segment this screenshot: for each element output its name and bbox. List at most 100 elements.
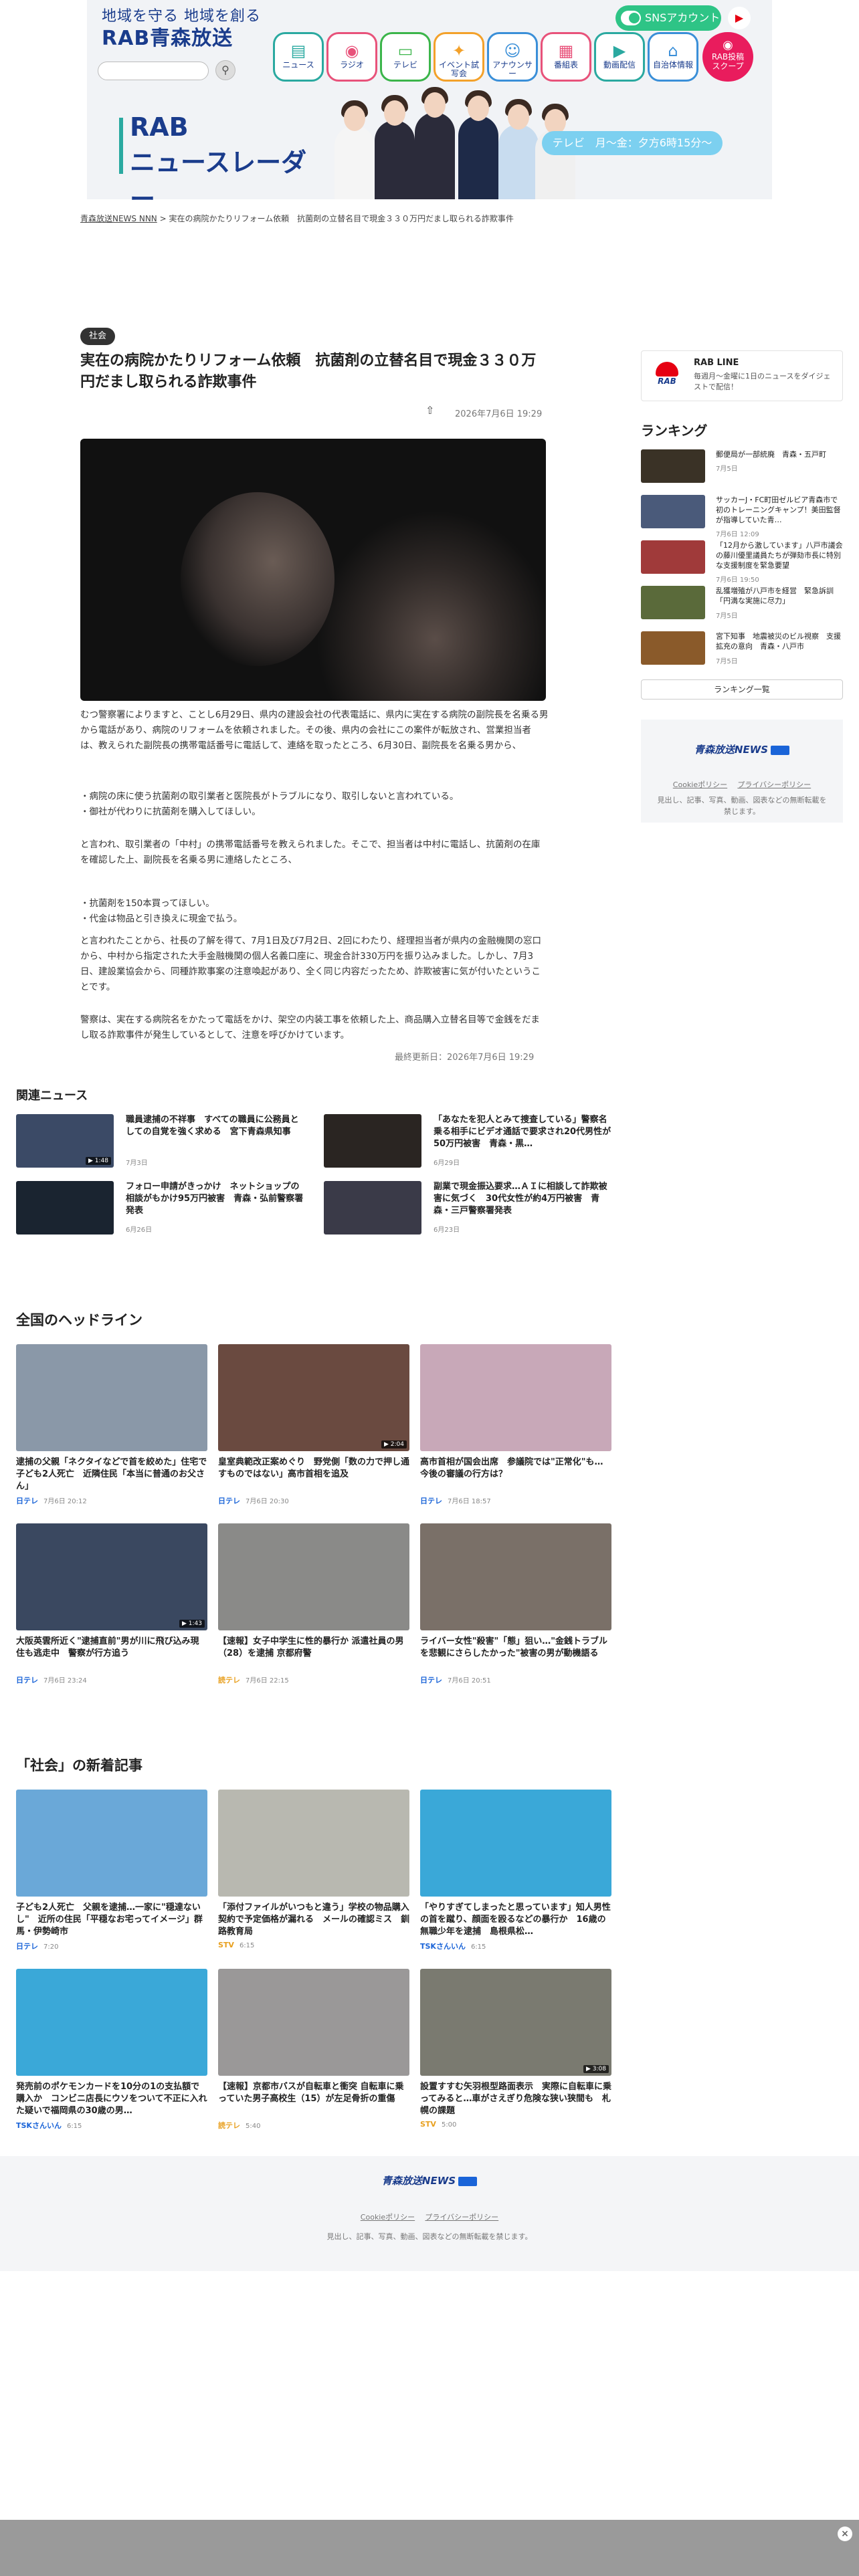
- newspaper-icon: ▤: [290, 41, 306, 60]
- national-title: 全国のヘッドライン: [16, 1312, 142, 1328]
- society-card[interactable]: 「添付ファイルがいつもと違う」学校の物品購入契約で予定価格が漏れる メールの確認…: [218, 1790, 409, 1957]
- rab-mascot-icon: RAB: [652, 359, 682, 393]
- society-meta: 日テレ 7:20: [16, 1941, 58, 1951]
- society-card[interactable]: 子ども2人死亡 父親を逮捕…一家に"穏達ないし" 近所の住民「平穏なお宅ってイメ…: [16, 1790, 207, 1957]
- ranking-date: 7月5日: [716, 658, 738, 665]
- footer-privacy-link[interactable]: プライバシーポリシー: [425, 2213, 498, 2222]
- sns-account-button[interactable]: SNSアカウント: [615, 5, 721, 31]
- society-title: 「社会」の新着記事: [16, 1757, 142, 1774]
- society-card[interactable]: 「やりすぎてしまったと思っています」知人男性の首を蹴り、顔面を殴るなどの暴行か …: [420, 1790, 611, 1957]
- ranking-date: 7月6日 19:50: [716, 576, 759, 584]
- footer-cookie-link[interactable]: Cookieポリシー: [361, 2213, 415, 2222]
- source-label: 日テレ: [218, 1497, 240, 1505]
- related-item[interactable]: フォロー申請がきっかけ ネットショップの相談がもかけ95万円被害 青森・弘前警察…: [16, 1181, 310, 1235]
- ranking-item[interactable]: 「12月から激しています」八戸市議会の藤川優里議員たちが弾劾市長に特別な支援制度…: [641, 540, 843, 584]
- share-icon[interactable]: ⇧: [425, 404, 434, 417]
- national-title: ライバー女性"殺害"「態」狙い…"金銭トラブルを悲観にさらしたかった"被害の男が…: [420, 1636, 608, 1658]
- card-date: 7月6日 20:12: [43, 1498, 87, 1505]
- nav-item-5[interactable]: ▦ 番組表: [541, 32, 591, 82]
- category-badge[interactable]: 社会: [80, 328, 115, 345]
- national-title: 皇室典範改正案めぐり 野党側「数の力で押し通すものではない」高市首相を追及: [218, 1457, 410, 1479]
- nav-item-7[interactable]: ⌂ 自治体情報: [648, 32, 698, 82]
- national-card[interactable]: ▶ 1:43 大阪英雲所近く"逮捕直前"男が川に飛び込み現住も逃走中 警察が行方追…: [16, 1523, 207, 1691]
- national-card[interactable]: 高市首相が国会出席 参議院では"正常化"も…今後の審議の行方は？ 日テレ 7月6日 …: [420, 1344, 611, 1511]
- card-date: 7月6日 18:57: [448, 1498, 491, 1505]
- sidebar-footer-logo[interactable]: 青森放送NEWS: [694, 744, 768, 756]
- ranking-item[interactable]: 郵便局が一部統廃 青森・五戸町 7月5日: [641, 449, 843, 483]
- society-card[interactable]: 【速報】京都市バスが自転車と衝突 自転車に乗っていた男子高校生（15）が左足骨折…: [218, 1969, 409, 2136]
- video-duration: ▶ 2:04: [381, 1440, 407, 1448]
- related-item[interactable]: 副業で現金振込要求…ＡＩに相談して詐欺被害に気づく 30代女性が約4万円被害 青…: [324, 1181, 618, 1235]
- ranking-more-button[interactable]: ランキング一覧: [641, 679, 843, 700]
- search-icon[interactable]: ⚲: [215, 60, 235, 80]
- related-thumbnail: [324, 1181, 421, 1235]
- society-thumbnail: [16, 1790, 207, 1897]
- source-label: TSKさんいん: [420, 1942, 466, 1951]
- society-thumbnail: [420, 1790, 611, 1897]
- ranking-item[interactable]: サッカーJ・FC町田ゼルビア青森市で初のトレーニングキャンプ！美田監督が指導して…: [641, 495, 843, 538]
- ranking-date: 7月5日: [716, 613, 738, 620]
- video-duration: ▶ 3:08: [583, 2065, 609, 2073]
- national-title: 【速報】女子中学生に性的暴行か 派遣社員の男（28）を逮捕 京都府警: [218, 1636, 404, 1658]
- related-item[interactable]: 「あなたを犯人とみて捜査している」警察名乗る相手にビデオ通話で要求され20代男性…: [324, 1114, 618, 1168]
- ranking-title: 宮下知事 地震被災のビル視察 支援拡充の意向 青森・八戸市: [716, 632, 841, 651]
- breadcrumb-home[interactable]: 青森放送NEWS NNN: [80, 214, 157, 223]
- card-date: 6:15: [470, 1943, 486, 1951]
- video-duration: ▶ 1:43: [179, 1620, 205, 1628]
- national-title: 逮捕の父親「ネクタイなどで首を絞めた」住宅で子ども2人死亡 近隣住民「本当に普通…: [16, 1457, 207, 1491]
- national-card[interactable]: ライバー女性"殺害"「態」狙い…"金銭トラブルを悲観にさらしたかった"被害の男が…: [420, 1523, 611, 1691]
- related-item[interactable]: ▶ 1:48 職員逮捕の不祥事 すべての職員に公務員としての自覚を強く求める 宮下…: [16, 1114, 310, 1168]
- nav-item-1[interactable]: ◉ ラジオ: [326, 32, 377, 82]
- society-title: 「やりすぎてしまったと思っています」知人男性の首を蹴り、顔面を殴るなどの暴行か …: [420, 1903, 611, 1937]
- youtube-icon[interactable]: ▶: [728, 7, 751, 29]
- national-card[interactable]: 逮捕の父親「ネクタイなどで首を絞めた」住宅で子ども2人死亡 近隣住民「本当に普通…: [16, 1344, 207, 1511]
- national-card[interactable]: ▶ 2:04 皇室典範改正案めぐり 野党側「数の力で押し通すものではない」高市首相…: [218, 1344, 409, 1511]
- search-input[interactable]: [98, 62, 209, 80]
- article-paragraph: 警察は、実在する病院名をかたって電話をかけ、架空の内装工事を依頼した上、商品購入…: [80, 1014, 540, 1041]
- building-icon: ⌂: [668, 41, 678, 60]
- national-card[interactable]: 【速報】女子中学生に性的暴行か 派遣社員の男（28）を逮捕 京都府警読テレ 7月6…: [218, 1523, 409, 1691]
- anchors-photo: [321, 87, 575, 199]
- nav-item-2[interactable]: ▭ テレビ: [380, 32, 431, 82]
- video-icon: ▶: [613, 41, 626, 60]
- national-thumbnail: [420, 1344, 611, 1451]
- nav-item-3[interactable]: ✦ イベント試写会: [434, 32, 484, 82]
- scoop-post-button[interactable]: ◉ RAB投稿スクープ: [702, 32, 753, 82]
- ranking-thumbnail: [641, 540, 705, 574]
- nav-item-0[interactable]: ▤ ニュース: [273, 32, 324, 82]
- footer-logo[interactable]: 青森放送NEWS: [382, 2175, 456, 2187]
- source-label: 日テレ: [16, 1497, 38, 1505]
- society-meta: TSKさんいん 6:15: [16, 2120, 82, 2131]
- national-thumbnail: [16, 1344, 207, 1451]
- article-date: 2026年7月6日 19:29: [455, 409, 543, 419]
- program-banner[interactable]: RAB ニュースレーダー: [119, 112, 320, 214]
- close-icon[interactable]: ×: [838, 2527, 852, 2541]
- sidebar-footer: 青森放送NEWS Cookieポリシー プライバシーポリシー 見出し、記事、写真…: [641, 720, 843, 823]
- related-date: 6月29日: [434, 1160, 460, 1167]
- article-paragraph: むつ警察署によりますと、ことし6月29日、県内の建設会社の代表電話に、県内に実在…: [80, 710, 549, 751]
- source-label: 日テレ: [420, 1676, 442, 1685]
- national-meta: 読テレ 7月6日 22:15: [218, 1675, 289, 1685]
- nav-item-4[interactable]: ☺ アナウンサー: [487, 32, 538, 82]
- ranking-item[interactable]: 宮下知事 地震被災のビル視察 支援拡充の意向 青森・八戸市 7月5日: [641, 631, 843, 665]
- national-meta: 日テレ 7月6日 20:12: [16, 1495, 87, 1506]
- ranking-item[interactable]: 乱獲増殖が八戸市を経営 緊急訴訓「円満な実施に尽力」 7月5日: [641, 586, 843, 620]
- society-title: 設置すすむ矢羽根型路面表示 実際に自転車に乗ってみると…車がさえぎり危険な狭い狭…: [420, 2082, 612, 2116]
- cookie-link[interactable]: Cookieポリシー: [673, 780, 727, 789]
- article-paragraph: ・病院の床に使う抗菌剤の取引業者と医院長がトラブルになり、取引しないと言われてい…: [80, 791, 459, 817]
- card-date: 7月6日 22:15: [246, 1677, 289, 1685]
- society-card[interactable]: ▶ 3:08 設置すすむ矢羽根型路面表示 実際に自転車に乗ってみると…車がさえぎり…: [420, 1969, 611, 2136]
- national-thumbnail: ▶ 2:04: [218, 1344, 409, 1451]
- national-meta: 日テレ 7月6日 18:57: [420, 1495, 491, 1506]
- national-meta: 日テレ 7月6日 20:51: [420, 1675, 491, 1685]
- society-card[interactable]: 発売前のポケモンカードを10分の1の支払額で購入か コンビニ店長にウソをついて不…: [16, 1969, 207, 2136]
- nav-label: ラジオ: [340, 60, 364, 70]
- line-banner[interactable]: RAB RAB LINE 毎週月〜金曜に1日のニュースをダイジェストで配信！: [641, 350, 843, 401]
- nav-item-6[interactable]: ▶ 動画配信: [594, 32, 645, 82]
- card-date: 5:40: [246, 2123, 261, 2130]
- privacy-link[interactable]: プライバシーポリシー: [737, 780, 811, 789]
- related-date: 6月23日: [434, 1226, 460, 1234]
- site-logo[interactable]: RAB青森放送: [102, 21, 233, 51]
- banner-line2: ニュースレーダー: [130, 148, 307, 214]
- ranking-thumbnail: [641, 586, 705, 619]
